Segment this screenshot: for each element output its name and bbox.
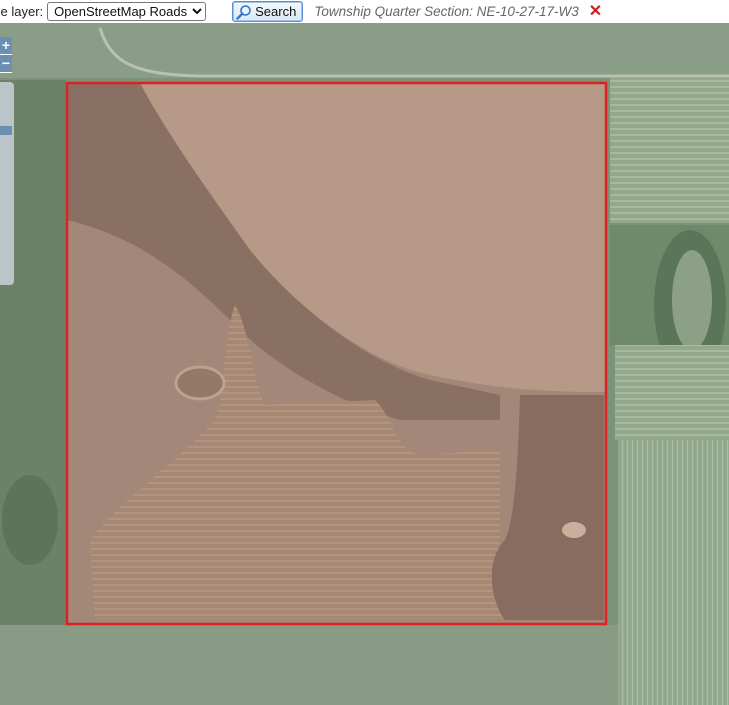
search-icon xyxy=(236,4,252,20)
quarter-section-boundary[interactable] xyxy=(65,81,608,626)
search-button[interactable]: Search xyxy=(232,1,304,22)
map-area[interactable] xyxy=(0,23,729,705)
east-slough-inner xyxy=(672,250,712,350)
west-wetland xyxy=(2,475,58,565)
zoom-controls: + − xyxy=(0,37,12,73)
east-field-mid xyxy=(615,345,729,440)
search-result-text: Township Quarter Section: NE-10-27-17-W3 xyxy=(314,4,579,19)
base-layer-label: se layer: xyxy=(0,4,44,19)
satellite-imagery xyxy=(0,23,729,705)
close-icon[interactable]: ✕ xyxy=(589,3,602,20)
zoom-in-button[interactable]: + xyxy=(0,37,12,55)
search-button-label: Search xyxy=(255,4,297,19)
east-field-north xyxy=(610,78,729,223)
zoom-slider[interactable] xyxy=(0,82,14,285)
east-field-south xyxy=(618,440,729,705)
zoom-out-button[interactable]: − xyxy=(0,55,12,73)
zoom-slider-handle[interactable] xyxy=(0,126,12,135)
base-layer-select[interactable]: OpenStreetMap Roads xyxy=(47,2,207,21)
toolbar: se layer: OpenStreetMap Roads Search Tow… xyxy=(0,0,729,23)
top-field-strip xyxy=(0,23,729,78)
